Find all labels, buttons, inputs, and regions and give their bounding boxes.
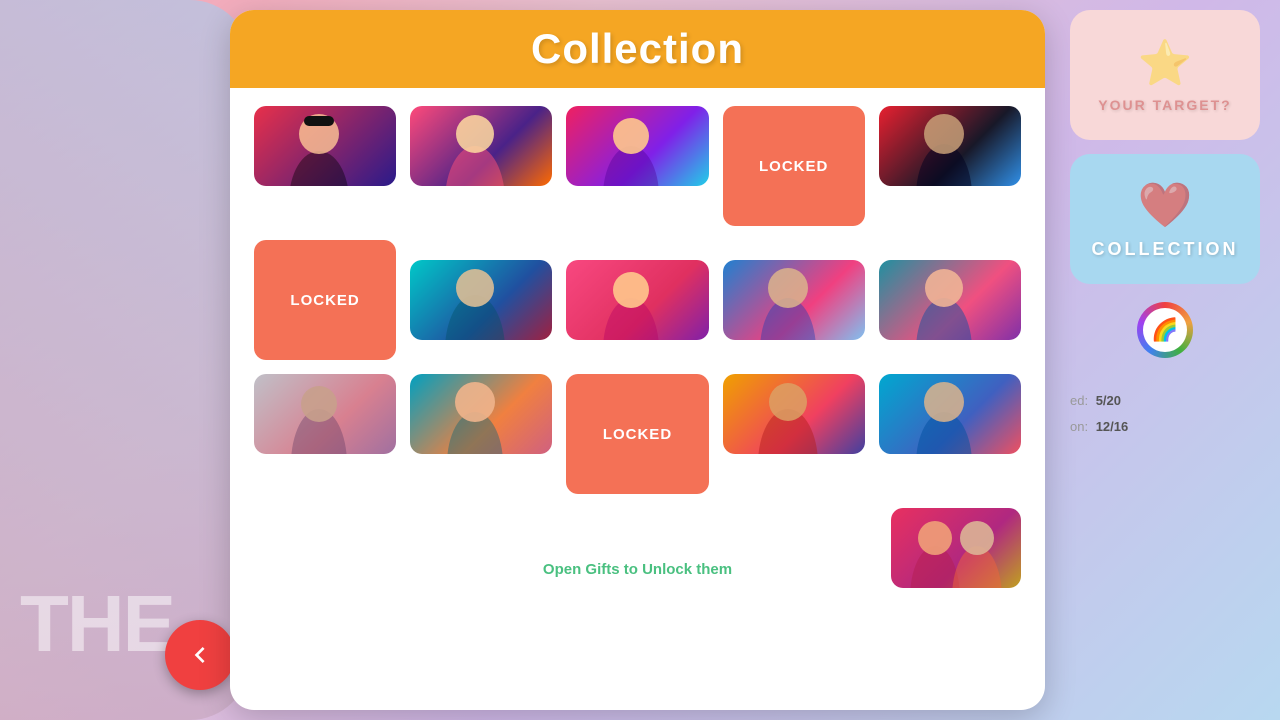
card-image-2: [410, 106, 552, 186]
collection-side-card[interactable]: ❤️ COLLECTION: [1070, 154, 1260, 284]
card-5[interactable]: [879, 106, 1021, 186]
collection-side-label: COLLECTION: [1092, 239, 1239, 260]
unlock-text: Open Gifts to Unlock them: [543, 561, 732, 588]
right-panel: ⭐ YOUR TARGET? ❤️ COLLECTION 🌈 ed: 5/20 …: [1070, 10, 1260, 440]
locked-label-1: LOCKED: [759, 158, 828, 175]
target-card[interactable]: ⭐ YOUR TARGET?: [1070, 10, 1260, 140]
collection-stat-value: 12/16: [1096, 419, 1129, 434]
card-extra[interactable]: [891, 508, 1021, 588]
collection-modal: Collection: [230, 10, 1045, 710]
emoji-inner: 🌈: [1143, 308, 1187, 352]
card-image-8: [566, 260, 708, 340]
card-2[interactable]: [410, 106, 552, 186]
heart-icon: ❤️: [1138, 179, 1193, 231]
chevron-left-icon: [184, 639, 216, 671]
card-12[interactable]: [410, 374, 552, 454]
locked-label-2: LOCKED: [290, 292, 359, 309]
card-7[interactable]: [410, 260, 552, 340]
modal-header: Collection: [230, 10, 1045, 88]
locked-label-3: LOCKED: [603, 426, 672, 443]
card-15[interactable]: [879, 374, 1021, 454]
card-image-10: [879, 260, 1021, 340]
locked-card-1[interactable]: LOCKED: [723, 106, 865, 226]
card-image-7: [410, 260, 552, 340]
collection-grid: LOCKED LOCKED: [230, 88, 1045, 494]
locked-card-2[interactable]: LOCKED: [254, 240, 396, 360]
card-image-15: [879, 374, 1021, 454]
background-text: THE: [20, 578, 174, 670]
target-label: YOUR TARGET?: [1098, 97, 1231, 113]
card-image-12: [410, 374, 552, 454]
card-image-5: [879, 106, 1021, 186]
collection-stat-label: on:: [1070, 419, 1088, 434]
achieved-value: 5/20: [1096, 393, 1121, 408]
achieved-label: ed:: [1070, 393, 1088, 408]
grid-row-2: LOCKED: [254, 240, 1021, 360]
card-9[interactable]: [723, 260, 865, 340]
grid-row-3: LOCKED: [254, 374, 1021, 494]
card-image-14: [723, 374, 865, 454]
back-button[interactable]: [165, 620, 235, 690]
card-1[interactable]: [254, 106, 396, 186]
card-10[interactable]: [879, 260, 1021, 340]
card-3[interactable]: [566, 106, 708, 186]
card-11[interactable]: [254, 374, 396, 454]
card-14[interactable]: [723, 374, 865, 454]
card-image-11: [254, 374, 396, 454]
modal-title: Collection: [531, 25, 744, 73]
card-8[interactable]: [566, 260, 708, 340]
card-image-extra: [891, 508, 1021, 588]
grid-row-1: LOCKED: [254, 106, 1021, 226]
emoji-badge[interactable]: 🌈: [1137, 302, 1193, 358]
card-image-3: [566, 106, 708, 186]
locked-card-3[interactable]: LOCKED: [566, 374, 708, 494]
card-image-9: [723, 260, 865, 340]
star-icon: ⭐: [1138, 37, 1193, 89]
card-image-1: [254, 106, 396, 186]
stats-area: ed: 5/20 on: 12/16: [1070, 388, 1260, 440]
